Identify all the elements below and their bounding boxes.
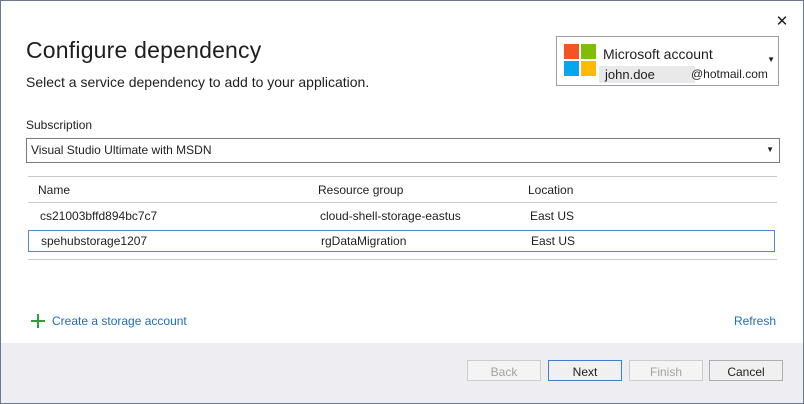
- table-row[interactable]: cs21003bffd894bc7c7 cloud-shell-storage-…: [28, 204, 777, 228]
- account-domain: @hotmail.com: [691, 67, 768, 81]
- row-resource-group: rgDataMigration: [321, 234, 407, 248]
- row-location: East US: [531, 234, 576, 248]
- subscription-value: Visual Studio Ultimate with MSDN: [31, 143, 212, 157]
- dialog-subtitle: Select a service dependency to add to yo…: [26, 74, 370, 90]
- account-user: john.doe: [599, 66, 695, 83]
- table-row-selected[interactable]: spehubstorage1207 rgDataMigration East U…: [28, 230, 775, 252]
- refresh-link[interactable]: Refresh: [734, 314, 776, 328]
- column-header-location[interactable]: Location: [528, 183, 573, 197]
- table-header: Name Resource group Location: [28, 178, 777, 203]
- column-header-name[interactable]: Name: [38, 183, 70, 197]
- logo-square-green: [581, 44, 596, 59]
- dialog-footer: Back Next Finish Cancel: [1, 343, 803, 403]
- account-label: Microsoft account: [603, 46, 713, 62]
- row-name: spehubstorage1207: [41, 234, 148, 248]
- logo-square-yellow: [581, 61, 596, 76]
- cancel-button[interactable]: Cancel: [709, 360, 783, 381]
- row-name: cs21003bffd894bc7c7: [40, 209, 158, 223]
- logo-square-blue: [564, 61, 579, 76]
- plus-icon: [31, 314, 45, 328]
- account-picker[interactable]: Microsoft account john.doe @hotmail.com …: [556, 36, 779, 86]
- column-header-resource-group[interactable]: Resource group: [318, 183, 403, 197]
- subscription-label: Subscription: [26, 118, 93, 132]
- logo-square-red: [564, 44, 579, 59]
- chevron-down-icon[interactable]: ▼: [767, 55, 775, 64]
- storage-accounts-table: Name Resource group Location cs21003bffd…: [28, 176, 777, 260]
- chevron-down-icon[interactable]: ▼: [766, 145, 774, 154]
- row-resource-group: cloud-shell-storage-eastus: [320, 209, 461, 223]
- dialog-title: Configure dependency: [26, 37, 262, 63]
- finish-button[interactable]: Finish: [629, 360, 703, 381]
- configure-dependency-dialog: ✕ Configure dependency Select a service …: [0, 0, 804, 404]
- back-button[interactable]: Back: [467, 360, 541, 381]
- row-location: East US: [530, 209, 575, 223]
- close-icon[interactable]: ✕: [773, 13, 791, 31]
- next-button[interactable]: Next: [548, 360, 622, 381]
- create-storage-account-label: Create a storage account: [52, 314, 187, 328]
- subscription-select[interactable]: Visual Studio Ultimate with MSDN ▼: [26, 138, 780, 163]
- microsoft-logo-icon: [564, 44, 596, 76]
